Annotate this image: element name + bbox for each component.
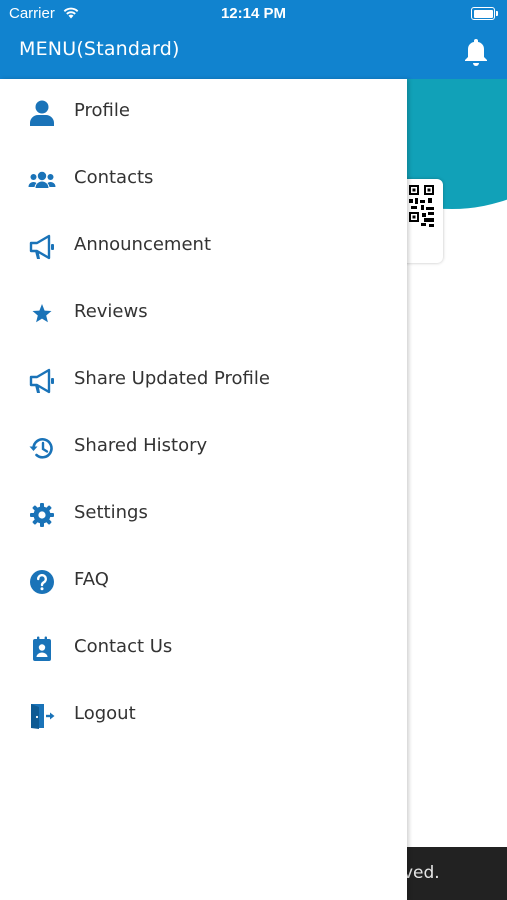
menu-title: MENU(Standard) [19,38,180,60]
users-icon [28,171,56,188]
menu-item-faq[interactable]: FAQ [0,548,407,615]
contact-card-icon [33,636,51,661]
menu-item-contact-us[interactable]: Contact Us [0,615,407,682]
menu-item-label: FAQ [74,569,109,590]
menu-item-label: Shared History [74,435,208,456]
gear-icon [30,503,54,527]
qr-code-icon [409,185,434,227]
menu-item-shared-history[interactable]: Shared History [0,414,407,481]
megaphone-icon [29,234,54,260]
question-icon [30,570,54,594]
status-bar: Carrier 12:14 PM [0,0,507,28]
battery-icon [471,7,498,20]
menu-item-label: Contacts [74,167,154,188]
footer-bar: ved. [407,847,507,900]
menu-item-label: Settings [74,502,148,523]
menu-item-label: Announcement [74,234,212,255]
footer-text: ved. [407,863,440,883]
menu-item-share-updated-profile[interactable]: Share Updated Profile [0,347,407,414]
qr-card[interactable] [407,179,443,263]
menu-item-contacts[interactable]: Contacts [0,146,407,213]
bell-icon[interactable] [464,37,488,67]
menu-item-reviews[interactable]: Reviews [0,280,407,347]
menu-item-logout[interactable]: Logout [0,682,407,749]
person-icon [30,100,54,126]
clock: 12:14 PM [220,5,287,22]
menu-item-settings[interactable]: Settings [0,481,407,548]
background-page: ved. [407,79,507,900]
logout-icon [31,704,55,729]
menu-item-announcement[interactable]: Announcement [0,213,407,280]
megaphone-icon [29,368,54,394]
menu-item-label: Share Updated Profile [74,368,270,389]
side-menu-drawer: Profile Contacts Announcement Reviews Sh… [0,79,407,900]
menu-item-label: Contact Us [74,636,173,657]
history-icon [29,438,53,459]
menu-item-label: Reviews [74,301,148,322]
menu-item-profile[interactable]: Profile [0,79,407,146]
star-icon [32,304,52,323]
menu-item-label: Logout [74,703,136,724]
menu-item-label: Profile [74,100,130,121]
